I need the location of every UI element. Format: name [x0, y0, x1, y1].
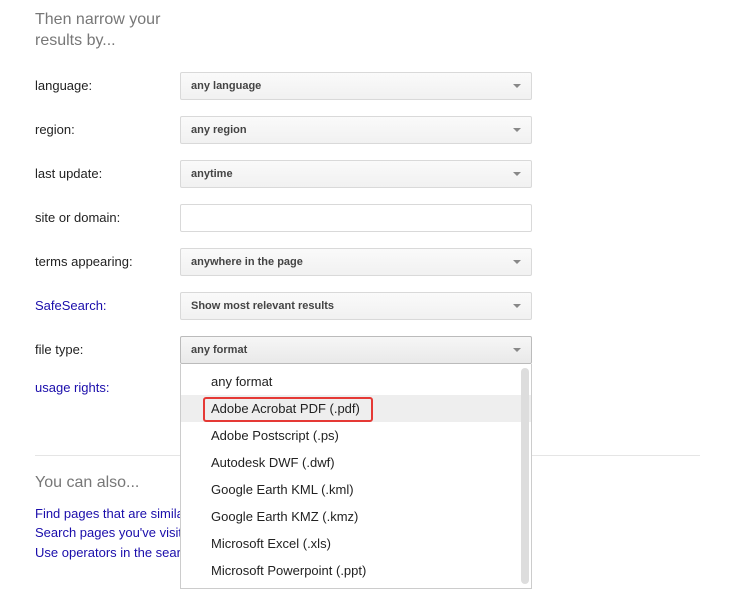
dropdown-file-type: any format Adobe Acrobat PDF (.pdf) Adob… [180, 364, 532, 589]
chevron-down-icon [513, 260, 521, 264]
chevron-down-icon [513, 84, 521, 88]
select-last-update[interactable]: anytime [180, 160, 532, 188]
select-region-value: any region [191, 124, 247, 136]
select-terms-appearing[interactable]: anywhere in the page [180, 248, 532, 276]
row-site-domain: site or domain: [35, 204, 700, 232]
label-site-domain: site or domain: [35, 210, 180, 225]
option-kml[interactable]: Google Earth KML (.kml) [181, 476, 531, 503]
label-language: language: [35, 78, 180, 93]
chevron-down-icon [513, 304, 521, 308]
option-pdf-label: Adobe Acrobat PDF (.pdf) [211, 401, 360, 416]
option-ppt[interactable]: Microsoft Powerpoint (.ppt) [181, 557, 531, 584]
row-safe-search: SafeSearch: Show most relevant results [35, 292, 700, 320]
label-last-update: last update: [35, 166, 180, 181]
row-last-update: last update: anytime [35, 160, 700, 188]
option-kmz[interactable]: Google Earth KMZ (.kmz) [181, 503, 531, 530]
row-region: region: any region [35, 116, 700, 144]
input-site-domain[interactable] [180, 204, 532, 232]
select-last-update-value: anytime [191, 168, 233, 180]
label-terms-appearing: terms appearing: [35, 254, 180, 269]
label-safe-search[interactable]: SafeSearch: [35, 298, 180, 313]
option-dwf[interactable]: Autodesk DWF (.dwf) [181, 449, 531, 476]
label-usage-rights[interactable]: usage rights: [35, 380, 180, 395]
row-file-type: file type: any format any format Adobe A… [35, 336, 700, 364]
row-language: language: any language [35, 72, 700, 100]
select-region[interactable]: any region [180, 116, 532, 144]
option-pdf[interactable]: Adobe Acrobat PDF (.pdf) [181, 395, 531, 422]
label-region: region: [35, 122, 180, 137]
option-any-format[interactable]: any format [181, 368, 531, 395]
select-file-type[interactable]: any format [180, 336, 532, 364]
select-safe-search[interactable]: Show most relevant results [180, 292, 532, 320]
select-language-value: any language [191, 80, 261, 92]
narrow-heading: Then narrow your results by... [35, 10, 165, 52]
select-file-type-value: any format [191, 344, 247, 356]
chevron-down-icon [513, 128, 521, 132]
option-xls[interactable]: Microsoft Excel (.xls) [181, 530, 531, 557]
chevron-down-icon [513, 172, 521, 176]
chevron-down-icon [513, 348, 521, 352]
row-terms-appearing: terms appearing: anywhere in the page [35, 248, 700, 276]
select-language[interactable]: any language [180, 72, 532, 100]
label-file-type: file type: [35, 342, 180, 357]
scrollbar[interactable] [521, 368, 529, 584]
select-terms-appearing-value: anywhere in the page [191, 256, 303, 268]
option-ps[interactable]: Adobe Postscript (.ps) [181, 422, 531, 449]
select-safe-search-value: Show most relevant results [191, 300, 334, 312]
